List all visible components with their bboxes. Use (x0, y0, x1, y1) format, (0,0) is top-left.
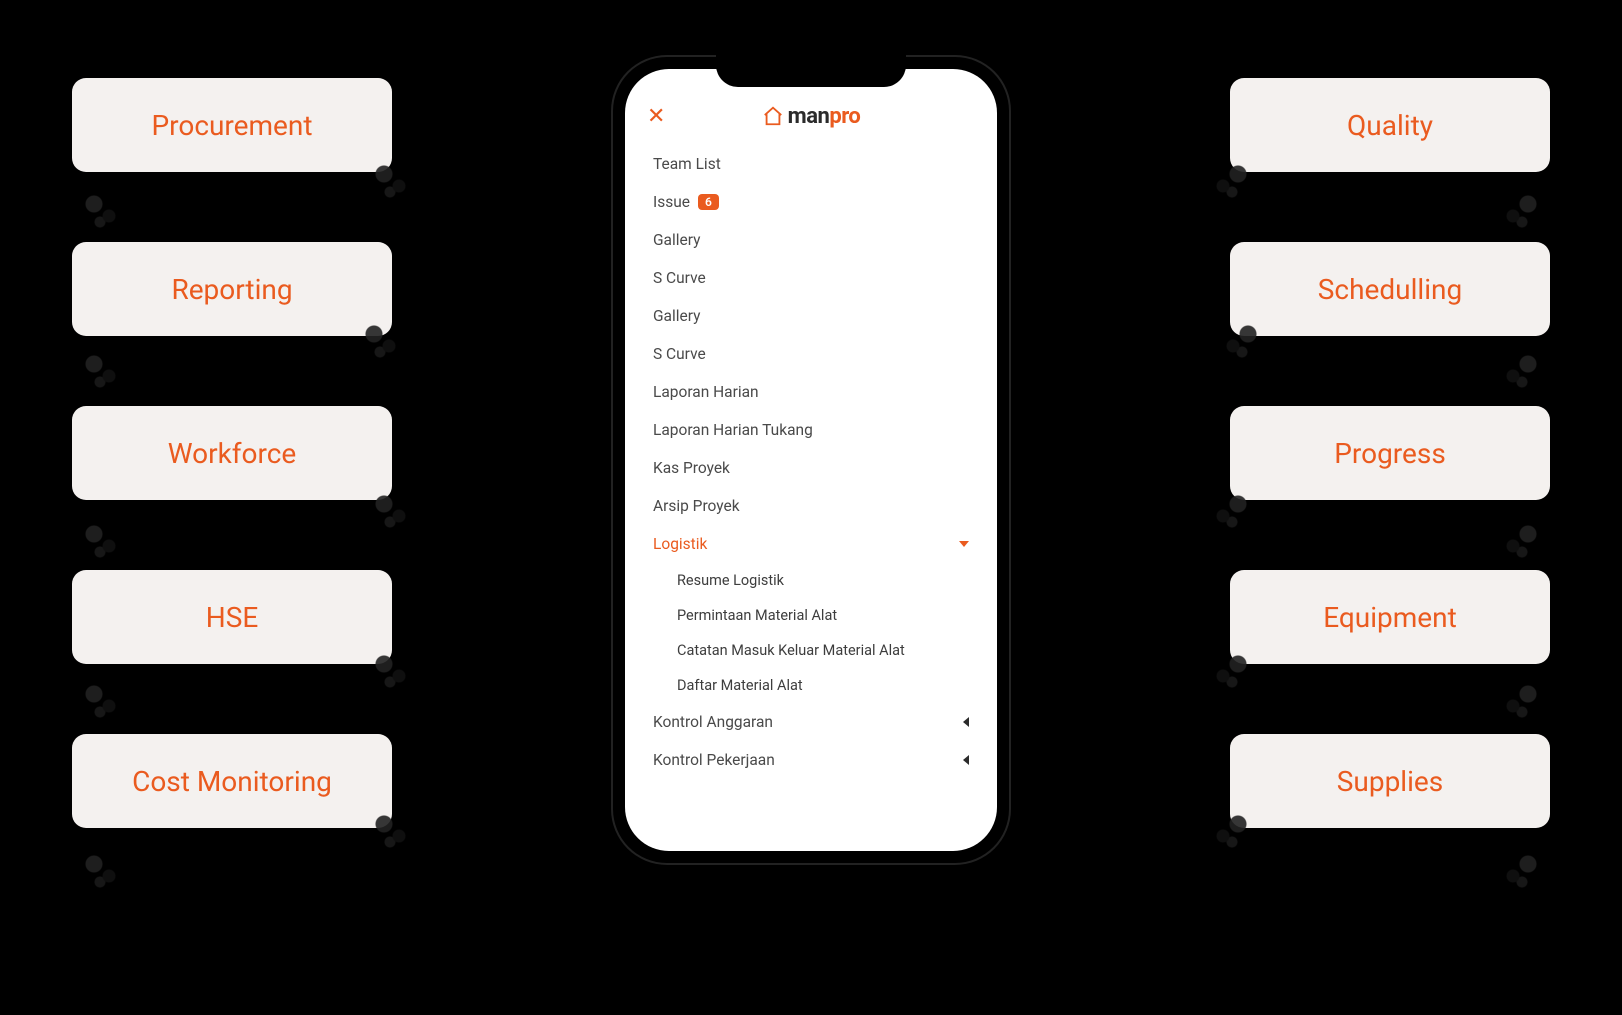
feature-progress: Progress (1230, 406, 1550, 500)
close-icon[interactable]: ✕ (647, 104, 665, 129)
feature-label: Cost Monitoring (132, 765, 332, 798)
feature-cost-monitoring: Cost Monitoring (72, 734, 392, 828)
menu-label: Daftar Material Alat (677, 677, 803, 694)
menu-label: Laporan Harian (653, 383, 759, 401)
feature-hse: HSE (72, 570, 392, 664)
menu-label: Laporan Harian Tukang (653, 421, 813, 439)
menu-label: Resume Logistik (677, 572, 784, 589)
feature-label: Schedulling (1318, 273, 1462, 306)
menu-s-curve-1[interactable]: S Curve (653, 259, 969, 297)
nav-menu: Team List Issue 6 Gallery S Curve Gallery… (625, 145, 997, 799)
feature-equipment: Equipment (1230, 570, 1550, 664)
feature-label: Progress (1334, 437, 1446, 470)
menu-label: Gallery (653, 307, 700, 325)
phone-volume-down (606, 375, 611, 445)
menu-label: Kas Proyek (653, 459, 730, 477)
issue-badge: 6 (698, 194, 719, 210)
phone-screen: ✕ manpro Team List Issue 6 Gallery S Curv… (625, 69, 997, 851)
menu-logistik[interactable]: Logistik (653, 525, 969, 563)
menu-label: Arsip Proyek (653, 497, 740, 515)
chevron-down-icon (959, 541, 969, 547)
app-logo: manpro (762, 104, 861, 129)
feature-column-left: Procurement Reporting Workforce HSE Cost… (72, 78, 392, 828)
phone-volume-up (606, 285, 611, 355)
chevron-left-icon (963, 717, 969, 727)
chevron-left-icon (963, 755, 969, 765)
logo-text-man: man (788, 104, 830, 129)
feature-label: Workforce (168, 437, 297, 470)
menu-label: Issue (653, 193, 690, 211)
menu-kontrol-pekerjaan[interactable]: Kontrol Pekerjaan (653, 741, 969, 779)
menu-label: Permintaan Material Alat (677, 607, 837, 624)
menu-label: Gallery (653, 231, 700, 249)
feature-label: Reporting (171, 273, 292, 306)
menu-label: Catatan Masuk Keluar Material Alat (677, 642, 905, 659)
submenu-daftar-material[interactable]: Daftar Material Alat (677, 668, 969, 703)
submenu-catatan-masuk-keluar[interactable]: Catatan Masuk Keluar Material Alat (677, 633, 969, 668)
feature-scheduling: Schedulling (1230, 242, 1550, 336)
feature-label: Quality (1347, 109, 1433, 142)
phone-power-button (1011, 305, 1016, 405)
menu-kontrol-anggaran[interactable]: Kontrol Anggaran (653, 703, 969, 741)
menu-kas-proyek[interactable]: Kas Proyek (653, 449, 969, 487)
logo-text-pro: pro (829, 104, 860, 129)
menu-issue[interactable]: Issue 6 (653, 183, 969, 221)
home-icon (762, 105, 784, 127)
menu-label: S Curve (653, 269, 706, 287)
menu-laporan-harian[interactable]: Laporan Harian (653, 373, 969, 411)
feature-procurement: Procurement (72, 78, 392, 172)
menu-laporan-harian-tukang[interactable]: Laporan Harian Tukang (653, 411, 969, 449)
feature-label: Supplies (1337, 765, 1443, 798)
feature-label: Equipment (1323, 601, 1457, 634)
menu-gallery-2[interactable]: Gallery (653, 297, 969, 335)
feature-column-right: Quality Schedulling Progress Equipment S… (1230, 78, 1550, 828)
submenu-resume-logistik[interactable]: Resume Logistik (677, 563, 969, 598)
submenu-permintaan-material[interactable]: Permintaan Material Alat (677, 598, 969, 633)
menu-s-curve-2[interactable]: S Curve (653, 335, 969, 373)
menu-label: Kontrol Anggaran (653, 713, 773, 731)
feature-supplies: Supplies (1230, 734, 1550, 828)
menu-team-list[interactable]: Team List (653, 145, 969, 183)
feature-workforce: Workforce (72, 406, 392, 500)
feature-label: HSE (206, 601, 259, 634)
feature-reporting: Reporting (72, 242, 392, 336)
phone-frame: ✕ manpro Team List Issue 6 Gallery S Curv… (611, 55, 1011, 865)
app-header: ✕ manpro (625, 87, 997, 145)
feature-label: Procurement (151, 109, 312, 142)
menu-label: Team List (653, 155, 721, 173)
submenu-logistik: Resume Logistik Permintaan Material Alat… (653, 563, 969, 703)
menu-label: S Curve (653, 345, 706, 363)
menu-label: Kontrol Pekerjaan (653, 751, 775, 769)
feature-quality: Quality (1230, 78, 1550, 172)
menu-gallery-1[interactable]: Gallery (653, 221, 969, 259)
phone-mute-switch (606, 225, 611, 265)
menu-arsip-proyek[interactable]: Arsip Proyek (653, 487, 969, 525)
menu-label: Logistik (653, 535, 707, 553)
